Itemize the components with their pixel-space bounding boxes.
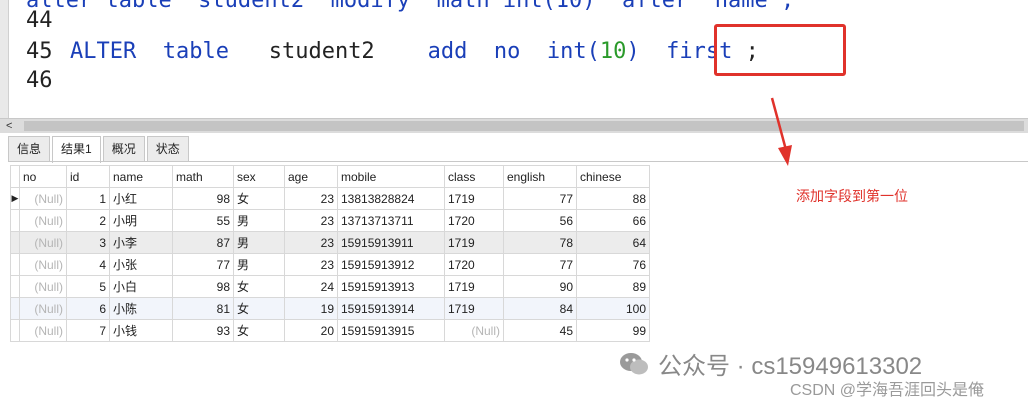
arrow-shaft — [770, 97, 788, 151]
csdn-watermark: CSDN @学海吾涯回头是俺 — [790, 382, 985, 399]
wechat-icon — [620, 352, 648, 374]
arrow-head — [778, 145, 792, 166]
annotation-note: 添加字段到第一位 — [796, 188, 908, 204]
